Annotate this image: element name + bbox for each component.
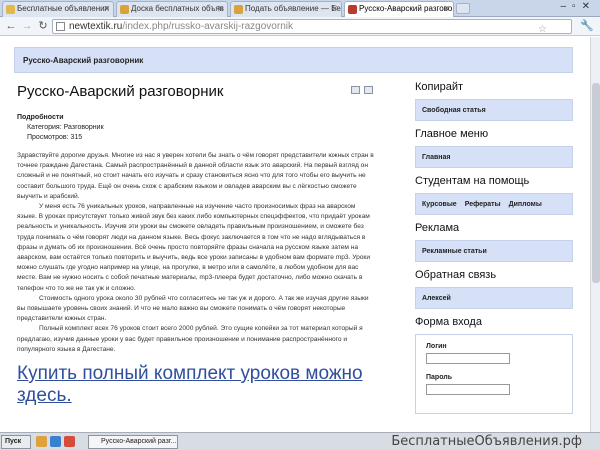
site-favicon-icon: [120, 5, 129, 14]
address-path: /index.php/russko-avarskij-razgovornik: [122, 21, 293, 32]
forward-arrow-icon[interactable]: →: [20, 19, 34, 33]
close-icon[interactable]: ✕: [443, 2, 450, 16]
tab-strip: Бесплатные объявления ✕ Доска бесплатных…: [0, 0, 600, 17]
article-paragraph: Стоимость одного урока около 30 рублей ч…: [17, 294, 369, 323]
tab-2-title: Доска бесплатных объяв: [131, 4, 224, 13]
article-title: Русско-Аварский разговорник: [17, 83, 224, 100]
ads-heading: Реклама: [415, 222, 460, 234]
address-domain: newtextik.ru: [69, 21, 123, 32]
details-heading: Подробности: [17, 114, 64, 121]
watermark: БесплатныеОбъявления.рф: [391, 434, 582, 449]
tab-4-title: Русско-Аварский разгово: [359, 4, 453, 13]
taskbar: Пуск Русско-Аварский разг... БесплатныеО…: [0, 432, 600, 450]
article-body: Здравствуйте дорогие друзья. Многие из н…: [17, 151, 377, 355]
copyright-link[interactable]: Свободная статья: [415, 99, 573, 121]
bookmark-star-icon[interactable]: ☆: [538, 23, 547, 36]
tab-3[interactable]: Подать объявление — Бес ✕: [230, 1, 342, 17]
site-favicon-icon: [6, 5, 15, 14]
students-heading: Студентам на помощь: [415, 175, 530, 187]
diplomas-link[interactable]: Дипломы: [509, 201, 542, 208]
article-category: Категория: Разговорник: [27, 124, 104, 131]
navigation-bar: ← → ↻ newtextik.ru/index.php/russko-avar…: [0, 17, 600, 36]
ad-articles-link[interactable]: Рекламные статьи: [415, 240, 573, 262]
scrollbar-thumb[interactable]: [592, 83, 600, 283]
tab-2[interactable]: Доска бесплатных объяв ✕: [116, 1, 228, 17]
password-label: Пароль: [426, 374, 453, 381]
tab-1[interactable]: Бесплатные объявления ✕: [2, 1, 114, 17]
article-views: Просмотров: 315: [27, 134, 83, 141]
students-links: Курсовые Рефераты Дипломы: [415, 193, 573, 215]
article-paragraph: Полный комплект всех 76 уроков стоит все…: [17, 325, 363, 353]
chrome-icon[interactable]: [64, 436, 75, 447]
taskbar-window-button[interactable]: Русско-Аварский разг...: [88, 435, 178, 449]
password-input[interactable]: [426, 384, 510, 395]
login-form: Логин Пароль: [415, 334, 573, 414]
quicklaunch-icon[interactable]: [36, 436, 47, 447]
tab-3-title: Подать объявление — Бес: [245, 4, 342, 13]
close-icon[interactable]: ✕: [103, 2, 110, 16]
vertical-scrollbar[interactable]: [590, 37, 600, 432]
login-form-heading: Форма входа: [415, 316, 482, 328]
close-icon[interactable]: ✕: [217, 2, 224, 16]
wrench-menu-icon[interactable]: 🔧: [580, 19, 594, 32]
start-button[interactable]: Пуск: [1, 435, 31, 449]
tab-1-title: Бесплатные объявления: [17, 4, 109, 13]
close-icon[interactable]: ✕: [331, 2, 338, 16]
new-tab-button[interactable]: [456, 3, 470, 14]
quicklaunch-icon[interactable]: [50, 436, 61, 447]
article: Русско-Аварский разговорник Подробности …: [17, 83, 377, 407]
tab-4-active[interactable]: Русско-Аварский разгово ✕: [344, 1, 454, 17]
main-menu-heading: Главное меню: [415, 128, 489, 140]
copyright-heading: Копирайт: [415, 81, 464, 93]
login-input[interactable]: [426, 353, 510, 364]
coursework-link[interactable]: Курсовые: [422, 201, 457, 208]
article-paragraph: У меня есть 76 уникальных уроков, направ…: [17, 203, 370, 292]
site-favicon-icon: [234, 5, 243, 14]
buy-lessons-link[interactable]: Купить полный комплект уроков можно здес…: [17, 363, 377, 407]
article-paragraph: Здравствуйте дорогие друзья. Многие из н…: [17, 152, 374, 200]
reload-icon[interactable]: ↻: [36, 19, 50, 33]
feedback-heading: Обратная связь: [415, 269, 497, 281]
back-arrow-icon[interactable]: ←: [4, 19, 18, 33]
login-label: Логин: [426, 343, 447, 350]
feedback-contact-link[interactable]: Алексей: [415, 287, 573, 309]
site-favicon-icon: [348, 5, 357, 14]
essays-link[interactable]: Рефераты: [465, 201, 501, 208]
window-controls[interactable]: –▫✕: [561, 1, 597, 12]
page-icon: [56, 22, 65, 31]
sidebar: Копирайт Свободная статья Главное меню Г…: [415, 81, 573, 414]
address-bar[interactable]: newtextik.ru/index.php/russko-avarskij-r…: [52, 19, 572, 36]
breadcrumb[interactable]: Русско-Аварский разговорник: [14, 47, 573, 73]
page-viewport: Русско-Аварский разговорник Русско-Аварс…: [0, 37, 590, 432]
menu-item-home[interactable]: Главная: [415, 146, 573, 168]
